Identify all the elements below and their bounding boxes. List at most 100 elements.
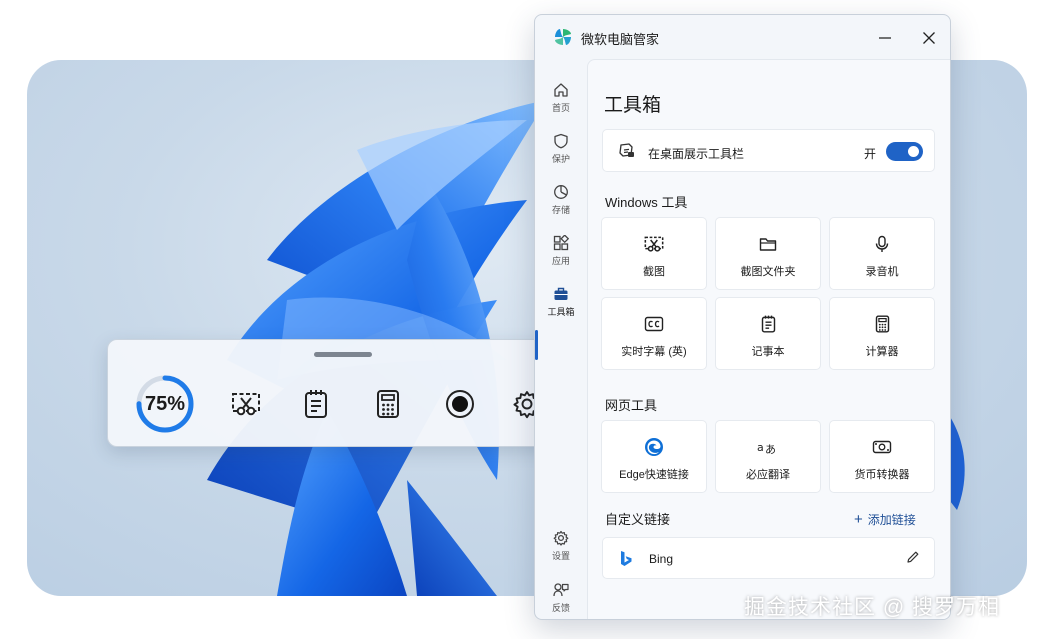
app-title: 微软电脑管家	[581, 32, 660, 47]
tool-tile-calculator[interactable]: 计算器	[829, 297, 935, 370]
nav-item-toolbox[interactable]: 工具箱	[537, 279, 585, 325]
nav-label-home: 首页	[551, 103, 570, 113]
translate-icon: a あ	[757, 441, 776, 456]
toolbox-page: 工具箱 在桌面展示工具栏 开 Windows 工具 截图 截图文件夹 录音机 实…	[587, 59, 950, 619]
pie-chart-icon	[554, 185, 568, 199]
notepad-icon	[761, 315, 775, 333]
tile-icon-wrapper	[716, 313, 820, 335]
captions-icon	[644, 316, 664, 332]
tile-label: 截图	[643, 266, 665, 278]
nav-label-settings: 设置	[551, 551, 570, 561]
tool-tile-screenshot-folder[interactable]: 截图文件夹	[715, 217, 821, 290]
tile-icon-wrapper	[830, 233, 934, 255]
windows-tools-title: Windows 工具	[605, 195, 688, 210]
tool-tile-currency-converter[interactable]: 货币转换器	[829, 420, 935, 493]
title-bar[interactable]: 微软电脑管家	[535, 15, 950, 59]
memory-usage-text: 75%	[144, 392, 186, 415]
web-tools-title: 网页工具	[605, 398, 658, 413]
screenshot-icon	[644, 236, 664, 252]
tile-label: 计算器	[865, 346, 899, 358]
nav-item-storage[interactable]: 存储	[537, 177, 585, 223]
nav-label-apps: 应用	[551, 256, 570, 266]
toggle-knob	[908, 146, 919, 157]
nav-item-feedback[interactable]: 反馈	[537, 575, 585, 619]
screenshot-button[interactable]	[226, 384, 266, 424]
custom-link-label: Bing	[649, 552, 674, 566]
nav-active-indicator	[535, 330, 538, 360]
tile-icon-wrapper	[716, 233, 820, 255]
close-button[interactable]	[914, 25, 944, 51]
minimize-button[interactable]	[870, 25, 900, 51]
notepad-icon	[305, 390, 327, 418]
show-toolbar-label: 在桌面展示工具栏	[648, 147, 745, 161]
calculator-icon	[875, 315, 889, 333]
custom-link-bing[interactable]: Bing	[602, 537, 935, 579]
pc-manager-window: 微软电脑管家 首页 保护 存储 应用 工具箱 设置 反馈 工具箱 在桌面展示工具…	[534, 14, 951, 620]
tool-tile-voice-recorder[interactable]: 录音机	[829, 217, 935, 290]
page-title: 工具箱	[604, 95, 662, 116]
screenshot-icon	[232, 393, 260, 416]
nav-label-protection: 保护	[551, 154, 570, 164]
custom-links-title: 自定义链接	[605, 512, 671, 527]
show-toolbar-state: 开	[864, 147, 877, 161]
tile-label: 货币转换器	[854, 469, 910, 481]
minimize-icon	[879, 37, 891, 39]
tile-label: 记事本	[751, 346, 785, 358]
edge-icon	[645, 438, 663, 456]
nav-item-settings[interactable]: 设置	[537, 523, 585, 569]
record-button[interactable]	[440, 384, 480, 424]
svg-text:a: a	[757, 441, 764, 454]
calculator-icon	[377, 390, 399, 418]
plus-icon: +	[854, 511, 863, 528]
svg-text:あ: あ	[765, 443, 776, 456]
nav-item-apps[interactable]: 应用	[537, 228, 585, 274]
tool-tile-bing-translate[interactable]: a あ 必应翻译	[715, 420, 821, 493]
tile-label: 实时字幕 (英)	[621, 346, 687, 358]
show-toolbar-toggle[interactable]	[886, 142, 923, 161]
nav-label-toolbox: 工具箱	[547, 307, 575, 317]
drag-handle[interactable]	[314, 352, 372, 357]
shield-icon	[554, 133, 568, 149]
tile-icon-wrapper	[602, 436, 706, 458]
tile-label: 截图文件夹	[740, 266, 796, 278]
toolbar-pin-icon	[619, 143, 634, 157]
microphone-icon	[875, 235, 889, 252]
screenshot-stage: 75% 微软电脑管家 首页 保护 存储 应用 工具箱 设置 反馈 工具箱 在桌面…	[0, 0, 1050, 639]
notepad-button[interactable]	[296, 384, 336, 424]
tile-icon-wrapper	[830, 436, 934, 458]
tile-icon-wrapper	[602, 313, 706, 335]
home-icon	[554, 83, 568, 97]
nav-label-storage: 存储	[551, 205, 570, 215]
gear-icon	[553, 530, 569, 546]
toolbox-icon	[554, 287, 568, 300]
watermark: 掘金技术社区 @ 搜罗万相	[744, 596, 1000, 619]
bing-icon	[621, 551, 632, 566]
side-nav: 首页 保护 存储 应用 工具箱 设置 反馈	[535, 67, 587, 619]
tool-tile-screenshot[interactable]: 截图	[601, 217, 707, 290]
app-logo-icon	[555, 29, 571, 45]
apps-icon	[553, 235, 569, 251]
tile-label: Edge快速链接	[619, 469, 689, 481]
add-link-button[interactable]: + 添加链接	[854, 511, 916, 528]
record-icon	[446, 390, 474, 418]
feedback-icon	[553, 583, 569, 597]
desktop-toolbar: 75%	[107, 339, 576, 447]
tool-tile-live-captions[interactable]: 实时字幕 (英)	[601, 297, 707, 370]
tile-icon-wrapper	[602, 233, 706, 255]
edit-icon[interactable]	[906, 550, 920, 564]
calculator-button[interactable]	[368, 384, 408, 424]
nav-label-feedback: 反馈	[551, 603, 570, 613]
nav-item-protection[interactable]: 保护	[537, 126, 585, 172]
currency-icon	[872, 440, 892, 454]
show-toolbar-setting: 在桌面展示工具栏 开	[602, 129, 935, 172]
nav-item-home[interactable]: 首页	[537, 75, 585, 121]
tile-label: 必应翻译	[746, 469, 790, 481]
tile-label: 录音机	[865, 266, 899, 278]
tool-tile-edge-links[interactable]: Edge快速链接	[601, 420, 707, 493]
add-link-label: 添加链接	[867, 513, 916, 527]
tile-icon-wrapper: a あ	[716, 436, 820, 458]
tool-tile-notepad[interactable]: 记事本	[715, 297, 821, 370]
folder-icon	[759, 238, 777, 251]
close-icon	[923, 32, 935, 44]
tile-icon-wrapper	[830, 313, 934, 335]
